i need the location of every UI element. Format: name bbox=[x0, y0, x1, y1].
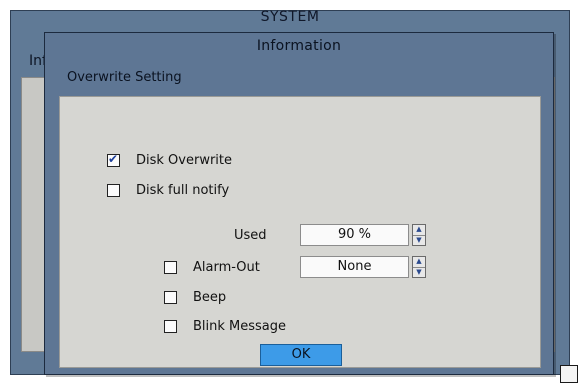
background-corner-box[interactable] bbox=[560, 365, 578, 383]
dialog-title: Information bbox=[256, 38, 342, 54]
ok-button[interactable]: OK bbox=[260, 344, 342, 366]
used-value[interactable]: 90 % bbox=[300, 224, 409, 246]
disk-overwrite-checkbox[interactable] bbox=[107, 152, 120, 167]
alarm-out-value[interactable]: None bbox=[300, 256, 409, 278]
alarm-out-spinner-arrows[interactable]: ▲ ▼ bbox=[412, 256, 426, 278]
alarm-out-label: Alarm-Out bbox=[193, 260, 260, 275]
alarm-out-spinner[interactable]: None ▲ ▼ bbox=[300, 256, 426, 278]
beep-checkbox[interactable] bbox=[164, 291, 177, 304]
used-increase-icon[interactable]: ▲ bbox=[413, 225, 425, 236]
background-window-title: SYSTEM bbox=[260, 9, 320, 25]
blink-message-option[interactable]: Blink Message bbox=[164, 319, 286, 334]
beep-option[interactable]: Beep bbox=[164, 290, 226, 305]
used-decrease-icon[interactable]: ▼ bbox=[413, 236, 425, 246]
beep-label: Beep bbox=[193, 290, 227, 305]
disk-full-notify-checkbox[interactable] bbox=[107, 184, 120, 197]
used-label: Used bbox=[234, 228, 267, 243]
blink-message-label: Blink Message bbox=[193, 319, 287, 334]
used-spinner-arrows[interactable]: ▲ ▼ bbox=[412, 224, 426, 246]
alarm-out-checkbox[interactable] bbox=[164, 261, 177, 274]
blink-message-checkbox[interactable] bbox=[164, 320, 177, 333]
alarm-out-decrease-icon[interactable]: ▼ bbox=[413, 268, 425, 278]
disk-full-notify-option[interactable]: Disk full notify bbox=[107, 183, 229, 198]
disk-overwrite-option[interactable]: Disk Overwrite bbox=[107, 152, 233, 168]
information-dialog: Information Overwrite Setting Disk Overw… bbox=[44, 32, 554, 375]
alarm-out-option[interactable]: Alarm-Out bbox=[164, 260, 260, 275]
overwrite-settings-panel: Disk Overwrite Disk full notify Used 90 … bbox=[59, 96, 541, 368]
dialog-subtitle: Overwrite Setting bbox=[67, 70, 182, 85]
used-spinner[interactable]: 90 % ▲ ▼ bbox=[300, 224, 426, 246]
disk-full-notify-label: Disk full notify bbox=[136, 183, 230, 198]
alarm-out-increase-icon[interactable]: ▲ bbox=[413, 257, 425, 268]
disk-overwrite-label: Disk Overwrite bbox=[136, 153, 233, 168]
